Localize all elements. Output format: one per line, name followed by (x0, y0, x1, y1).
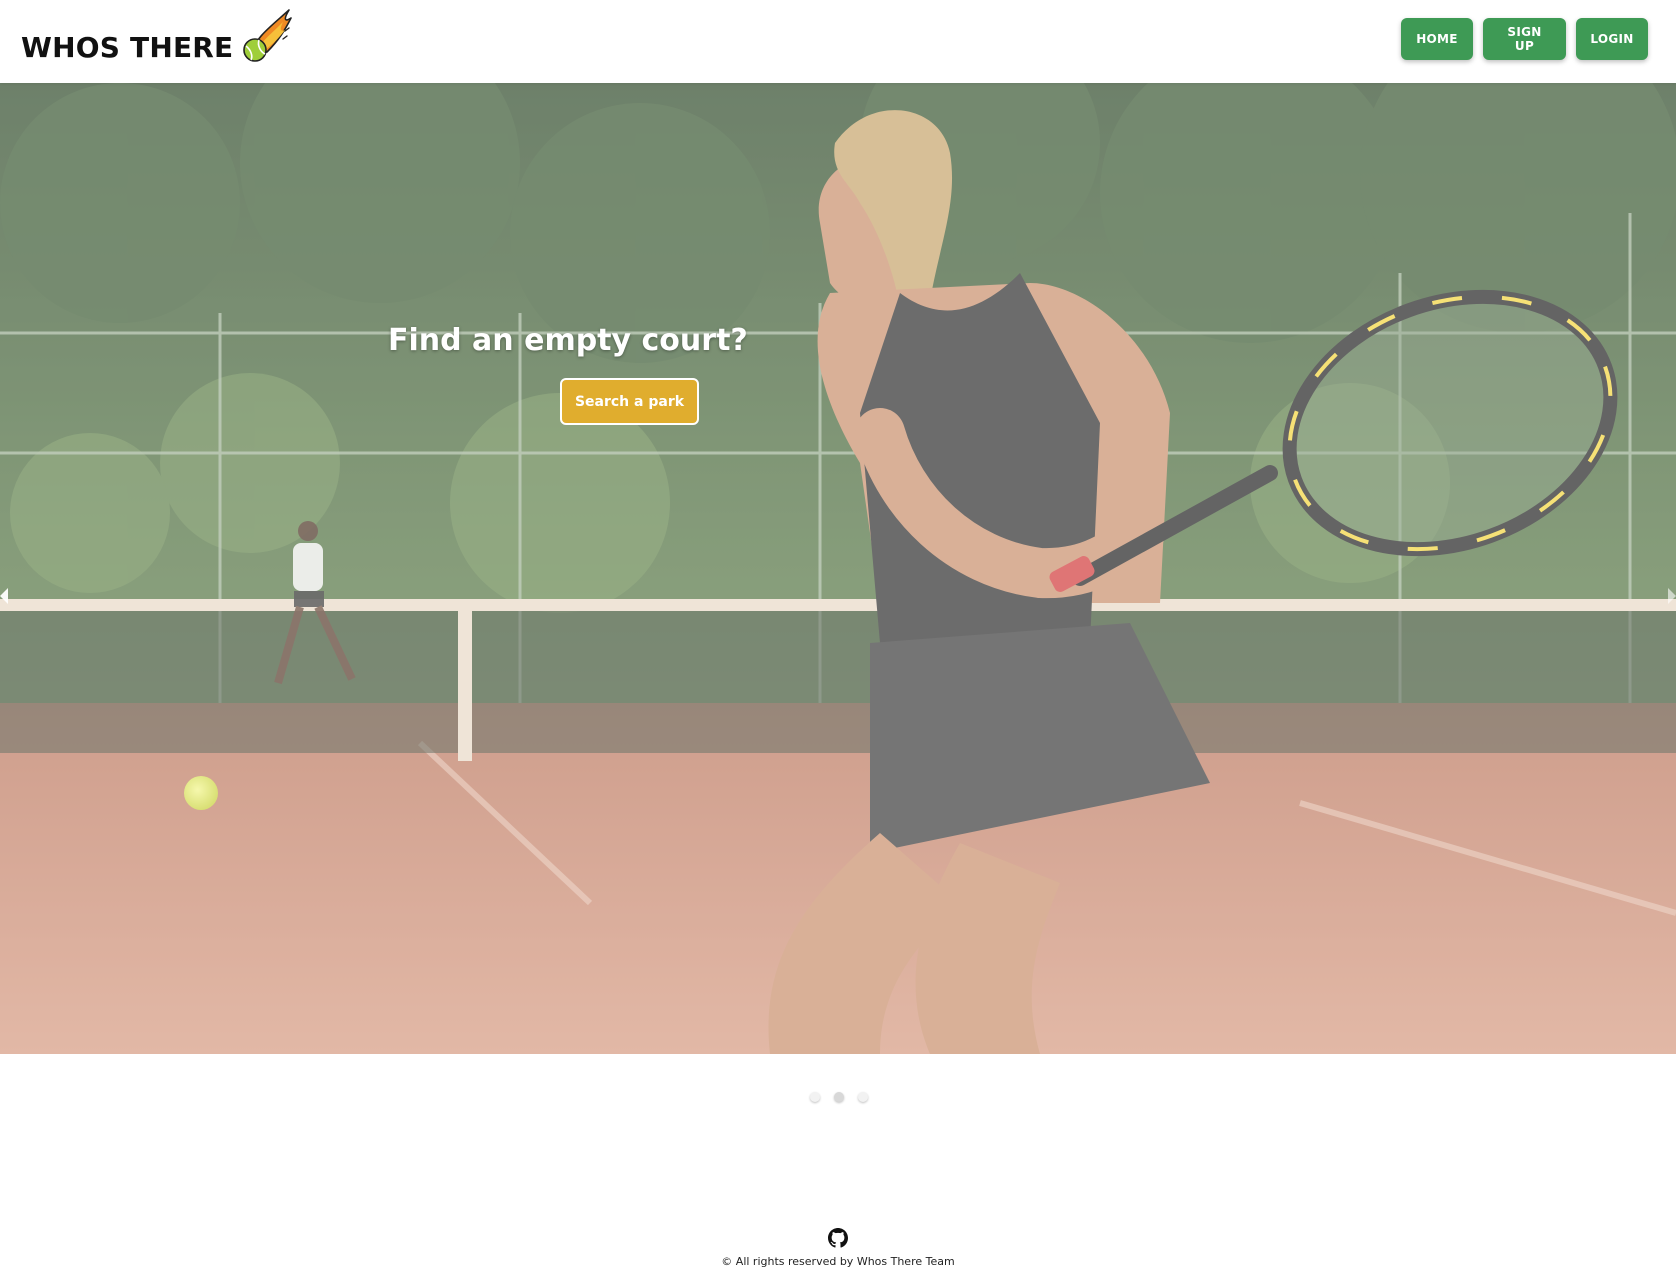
github-icon[interactable] (828, 1228, 848, 1248)
carousel-dot-3[interactable] (858, 1092, 868, 1102)
sign-up-button[interactable]: SIGN UP (1483, 18, 1566, 60)
carousel-prev-arrow-icon[interactable] (0, 588, 8, 604)
copyright-text: © All rights reserved by Whos There Team (721, 1255, 955, 1268)
login-button[interactable]: LOGIN (1576, 18, 1648, 60)
brand-logo[interactable]: WHOS THERE (21, 6, 293, 64)
carousel-dot-1[interactable] (810, 1092, 820, 1102)
brand-name: WHOS THERE (21, 31, 234, 64)
search-park-button[interactable]: Search a park (560, 378, 699, 425)
site-footer: © All rights reserved by Whos There Team (0, 1228, 1676, 1268)
carousel-dot-2[interactable] (834, 1092, 844, 1102)
site-header: WHOS THERE HOME SIGN UP LOGIN (0, 0, 1676, 83)
home-button[interactable]: HOME (1401, 18, 1473, 60)
carousel-indicators (810, 1092, 868, 1102)
flaming-tennis-ball-icon (243, 9, 293, 62)
hero-overlay (0, 83, 1676, 1054)
carousel-next-arrow-icon[interactable] (1668, 588, 1676, 604)
hero-carousel: Find an empty court? Search a park (0, 83, 1676, 1054)
hero-title: Find an empty court? (388, 323, 748, 358)
main-nav: HOME SIGN UP LOGIN (1401, 18, 1648, 60)
